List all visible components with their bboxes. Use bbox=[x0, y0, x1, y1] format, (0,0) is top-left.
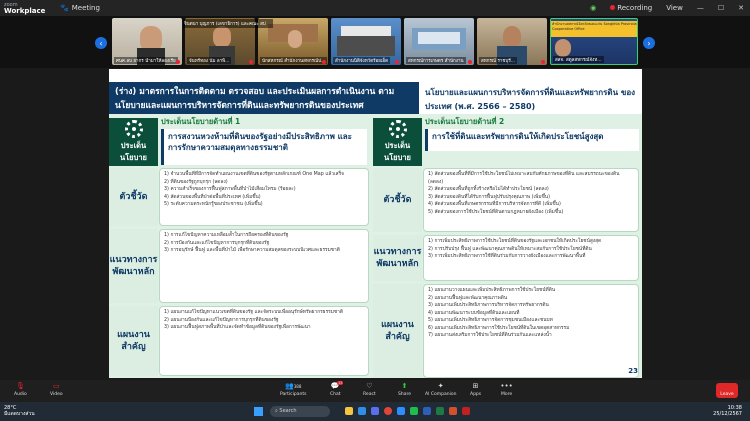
powerpoint-icon[interactable] bbox=[449, 407, 457, 415]
microphone-icon: 🎙 bbox=[15, 382, 25, 390]
close-icon[interactable]: ✕ bbox=[738, 4, 744, 12]
issue-body: การสงวนหวงห้ามที่ดินของรัฐอย่างมีประสิทธ… bbox=[161, 129, 367, 165]
next-page-arrow-icon[interactable]: › bbox=[643, 37, 655, 49]
slide-header-right: นโยบายและแผนการบริหารจัดการที่ดินและทรัพ… bbox=[419, 82, 642, 114]
plan-list: 1) แผนงานวางแผนและเพิ่มประสิทธิภาพการใช้… bbox=[423, 284, 639, 378]
gear-icon bbox=[388, 120, 407, 138]
speaker-name-label: จินตนา บุญภาร (เลขาธิการ) และคณะ สป bbox=[183, 19, 273, 28]
audio-button[interactable]: 🎙 Audio bbox=[14, 382, 27, 397]
share-icon: ⬆ bbox=[401, 382, 408, 390]
zoom-meeting-window: zoom Workplace 🐾 Meeting ◉ Recording Vie… bbox=[0, 0, 750, 421]
chat-button[interactable]: 💬 13 Chat bbox=[330, 381, 344, 397]
more-icon: ••• bbox=[500, 382, 513, 390]
issue-title: ประเด็นนโยบายด้านที่ 2 bbox=[425, 117, 505, 126]
indicator-list: 1) สัดส่วนของพื้นที่ที่มีการใช้ประโยชน์ไ… bbox=[423, 168, 639, 232]
maximize-icon[interactable]: ☐ bbox=[718, 4, 724, 12]
weather-widget[interactable]: 28°C มีแดดบางส่วน bbox=[4, 405, 35, 417]
line-app-icon[interactable] bbox=[410, 407, 418, 415]
excel-icon[interactable] bbox=[436, 407, 444, 415]
browser-icon[interactable] bbox=[358, 407, 366, 415]
word-icon[interactable] bbox=[423, 407, 431, 415]
participants-icon: 👥 388 bbox=[285, 382, 302, 390]
prev-page-arrow-icon[interactable]: ‹ bbox=[95, 37, 107, 49]
issue-title: ประเด็นนโยบายด้านที่ 1 bbox=[161, 117, 241, 126]
slide-page-number: 23 bbox=[628, 367, 638, 375]
gear-icon bbox=[124, 120, 143, 138]
shared-screen-slide: (ร่าง) มาตรการในการติดตาม ตรวจสอบ และประ… bbox=[109, 69, 642, 378]
file-explorer-icon[interactable] bbox=[345, 407, 353, 415]
meeting-controls: 🎙 Audio ▭ Video 👥 388 Participants 💬 13 C… bbox=[0, 380, 750, 402]
participants-button[interactable]: 👥 388 Participants bbox=[280, 382, 306, 397]
muted-mic-icon bbox=[541, 60, 545, 64]
video-tile[interactable]: สหกรณ์การเกษตร สำนักงาน bbox=[404, 18, 474, 65]
title-bar: zoom Workplace 🐾 Meeting ◉ Recording Vie… bbox=[0, 0, 750, 16]
apps-button[interactable]: ⊞ Apps bbox=[470, 382, 481, 397]
recording-indicator[interactable]: Recording bbox=[610, 4, 652, 12]
share-button[interactable]: ⬆ Share bbox=[398, 382, 411, 397]
video-tile[interactable]: สำนักงานนิติจังหวัดร้อยเอ็ด bbox=[331, 18, 401, 65]
meeting-menu[interactable]: 🐾 Meeting bbox=[60, 4, 100, 12]
os-taskbar: 28°C มีแดดบางส่วน ⌕ Search 10:38 25/12/2… bbox=[0, 402, 750, 421]
ai-companion-button[interactable]: ✦ AI Companion bbox=[425, 382, 456, 397]
video-button[interactable]: ▭ Video bbox=[50, 382, 63, 397]
react-button[interactable]: ♡ React bbox=[363, 382, 376, 397]
side-label-approach: แนวทางการพัฒนาหลัก bbox=[109, 229, 158, 303]
view-menu[interactable]: View bbox=[666, 4, 683, 12]
indicator-list: 1) จำนวนพื้นที่ที่มีการจัดทำแผนงานเขตที่… bbox=[159, 168, 369, 226]
video-tile[interactable]: ศนค.ลบ ยากร นำมาให้ลองเรีย bbox=[112, 18, 182, 65]
side-label-indicator: ตัวชี้วัด bbox=[373, 168, 422, 232]
heart-icon: ♡ bbox=[366, 382, 373, 390]
leave-button[interactable]: Leave bbox=[716, 383, 738, 398]
approach-list: 1) การเพิ่มประสิทธิภาพการใช้ประโยชน์ที่ด… bbox=[423, 235, 639, 281]
muted-mic-icon bbox=[176, 60, 180, 64]
paw-icon: 🐾 bbox=[60, 4, 69, 12]
policy-column-2: ประเด็นนโยบาย ประเด็นนโยบายด้านที่ 2 การ… bbox=[371, 114, 642, 378]
store-icon[interactable] bbox=[371, 407, 379, 415]
system-clock[interactable]: 10:38 25/12/2567 bbox=[713, 405, 742, 417]
issue-body: การใช้ที่ดินและทรัพยากรดินให้เกิดประโยชน… bbox=[425, 129, 639, 151]
speaker-sign: สำนักงานสหกรณ์จังหวัดขอนแก่น Songkhla Pr… bbox=[551, 21, 637, 37]
acrobat-icon[interactable] bbox=[462, 407, 470, 415]
more-button[interactable]: ••• More bbox=[500, 382, 513, 397]
policy-column-1: ประเด็นนโยบาย ประเด็นนโยบายด้านที่ 1 การ… bbox=[109, 114, 371, 378]
video-icon: ▭ bbox=[52, 382, 60, 390]
side-label-plan: แผนงานสำคัญ bbox=[373, 284, 422, 378]
slide-header-left: (ร่าง) มาตรการในการติดตาม ตรวจสอบ และประ… bbox=[109, 82, 419, 114]
chrome-icon[interactable] bbox=[384, 407, 392, 415]
side-label-indicator: ตัวชี้วัด bbox=[109, 168, 158, 226]
record-icon bbox=[610, 5, 616, 10]
video-tile[interactable]: สหกรณ์ ราชบุรี... bbox=[477, 18, 547, 65]
muted-mic-icon bbox=[322, 60, 326, 64]
chat-badge: 13 bbox=[337, 381, 344, 385]
zoom-app-icon[interactable] bbox=[397, 407, 405, 415]
search-icon: ⌕ bbox=[275, 408, 278, 414]
ai-icon: ✦ bbox=[437, 382, 444, 390]
windows-start-icon[interactable] bbox=[254, 407, 263, 416]
plan-list: 1) แผนงานแก้ไขปัญหาแนวเขตที่ดินของรัฐ แล… bbox=[159, 306, 369, 376]
taskbar-search[interactable]: ⌕ Search bbox=[270, 406, 330, 417]
minimize-icon[interactable]: — bbox=[697, 4, 704, 12]
side-label-plan: แผนงานสำคัญ bbox=[109, 306, 158, 376]
side-label-approach: แนวทางการพัฒนาหลัก bbox=[373, 235, 422, 281]
video-gallery-strip: ศนค.ลบ ยากร นำมาให้ลองเรีย จันทร์ทอง นัม… bbox=[0, 16, 750, 68]
zoom-logo: zoom Workplace bbox=[4, 2, 46, 15]
side-label-policy: ประเด็นนโยบาย bbox=[109, 118, 158, 166]
muted-mic-icon bbox=[468, 60, 472, 64]
muted-mic-icon bbox=[395, 60, 399, 64]
apps-icon: ⊞ bbox=[472, 382, 479, 390]
muted-mic-icon bbox=[249, 60, 253, 64]
shield-icon[interactable]: ◉ bbox=[590, 4, 596, 12]
video-tile-active-speaker[interactable]: สำนักงานสหกรณ์จังหวัดขอนแก่น Songkhla Pr… bbox=[550, 18, 638, 65]
side-label-policy: ประเด็นนโยบาย bbox=[373, 118, 422, 166]
approach-list: 1) การแก้ไขปัญหาความเหลื่อมล้ำในการถือคร… bbox=[159, 229, 369, 303]
